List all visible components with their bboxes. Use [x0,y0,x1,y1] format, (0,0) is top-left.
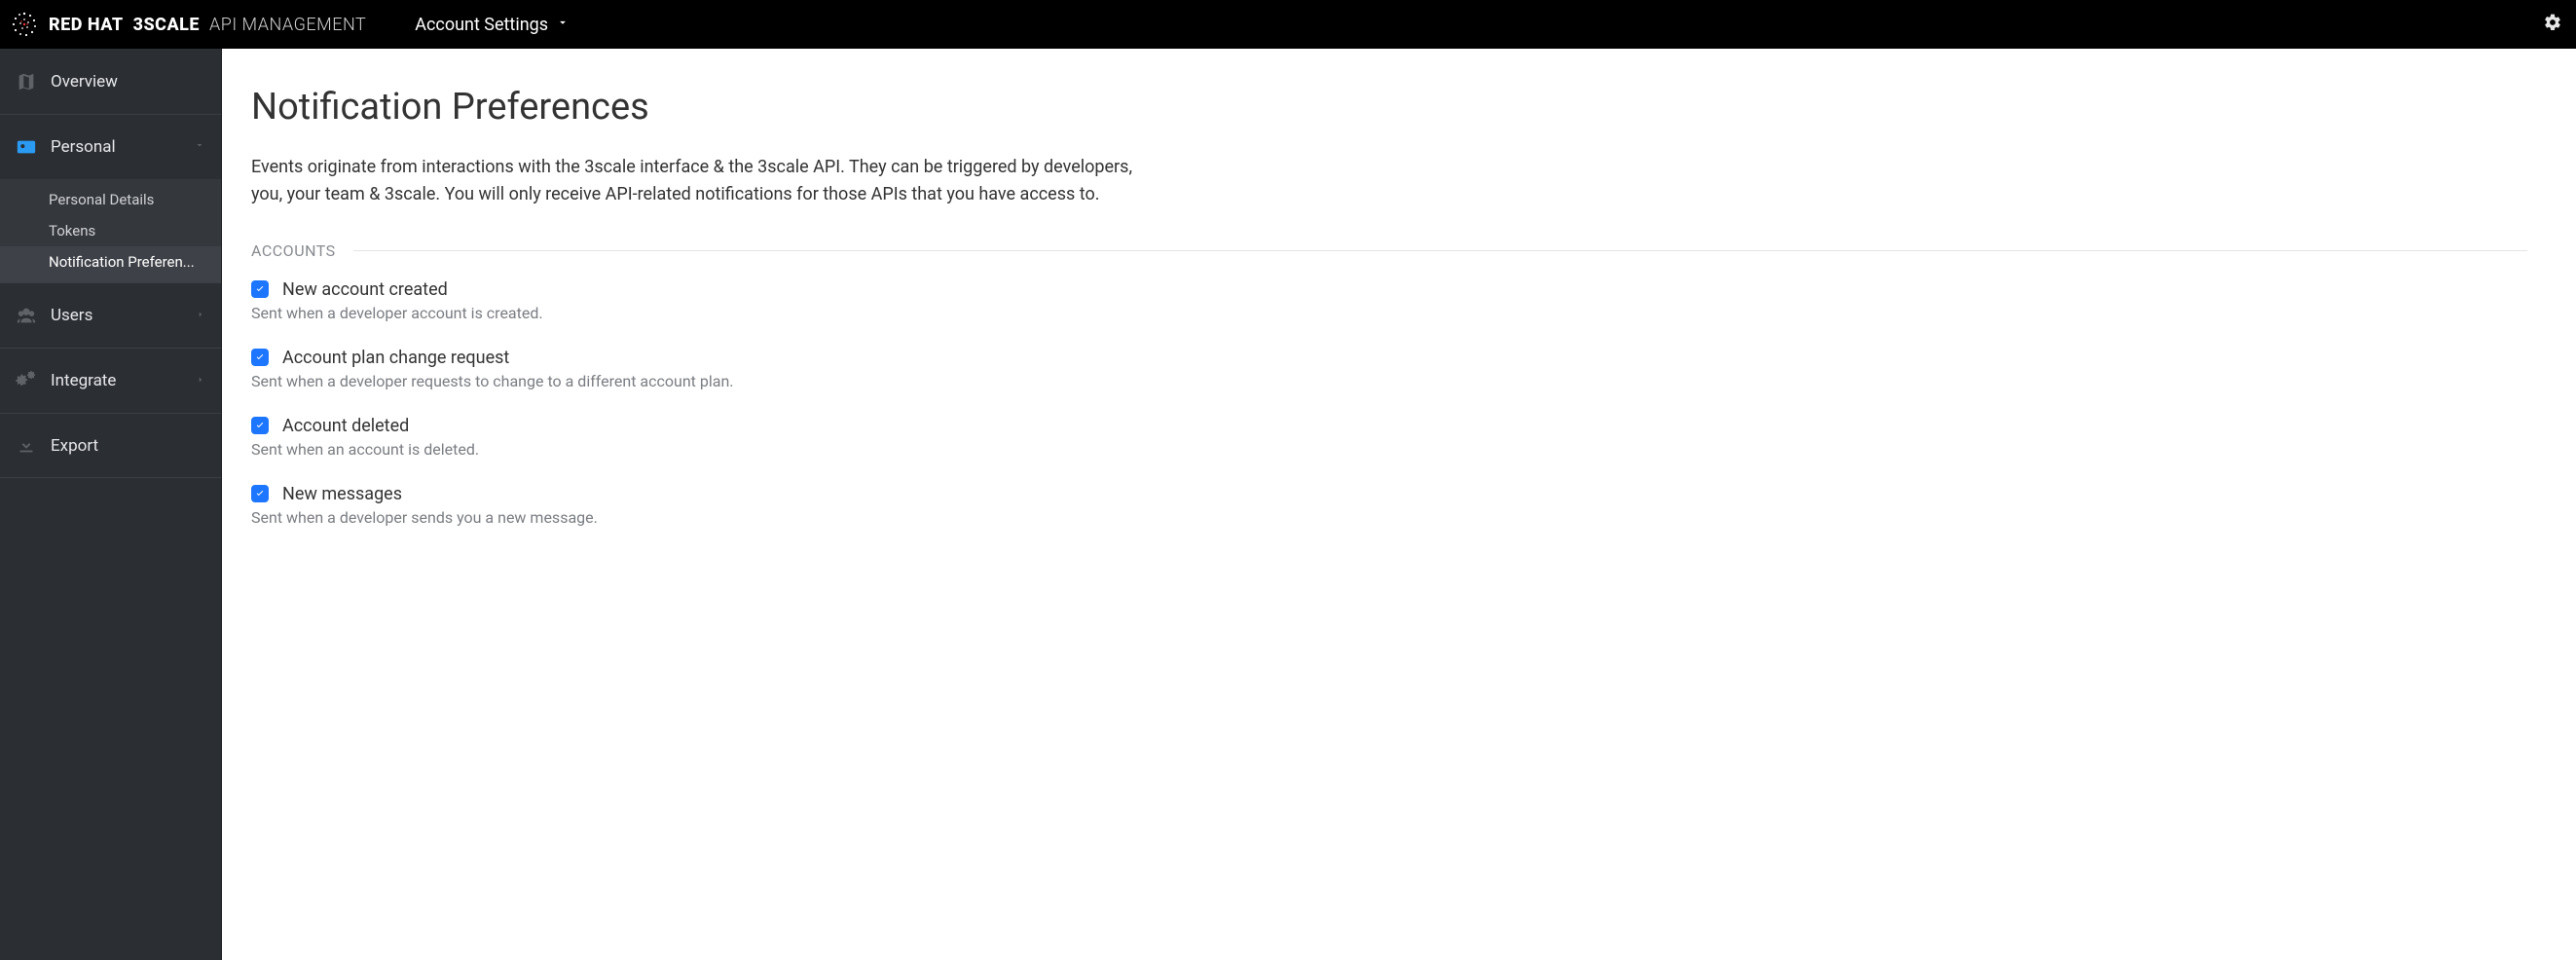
id-card-icon [16,136,37,158]
logo-text: RED HAT 3SCALE API MANAGEMENT [49,15,366,35]
page-title: Notification Preferences [251,86,2527,129]
gears-icon [16,370,37,391]
pref-new-account-created: New account created Sent when a develope… [251,279,2527,322]
section-divider-line [353,250,2527,251]
chevron-down-icon [556,16,570,33]
sidebar-item-label: Overview [51,72,205,92]
pref-desc: Sent when an account is deleted. [251,440,2527,459]
pref-new-messages: New messages Sent when a developer sends… [251,484,2527,527]
chevron-down-icon [194,139,205,155]
account-settings-dropdown[interactable]: Account Settings [415,15,570,35]
sidebar-item-overview[interactable]: Overview [0,49,221,114]
map-icon [16,71,37,92]
logo[interactable]: RED HAT 3SCALE API MANAGEMENT [10,10,366,39]
brand-redhat: RED HAT [49,15,124,35]
users-icon [16,305,37,326]
sidebar-item-label: Integrate [51,371,182,390]
main-content: Notification Preferences Events originat… [222,49,2576,960]
sidebar-item-export[interactable]: Export [0,413,221,478]
sidebar-sub-personal: Personal Details Tokens Notification Pre… [0,179,221,282]
checkbox-account-plan-change-request[interactable] [251,349,269,366]
sidebar-item-label: Users [51,306,182,325]
sidebar-item-users[interactable]: Users [0,282,221,348]
checkbox-account-deleted[interactable] [251,417,269,434]
redhat-logo-icon [10,10,39,39]
brand-3scale: 3SCALE [133,15,200,35]
checkbox-new-messages[interactable] [251,485,269,502]
sidebar-item-personal[interactable]: Personal [0,114,221,179]
pref-account-plan-change-request: Account plan change request Sent when a … [251,348,2527,390]
chevron-right-icon [196,309,205,323]
gear-icon [2543,18,2562,36]
pref-desc: Sent when a developer sends you a new me… [251,508,2527,527]
pref-desc: Sent when a developer requests to change… [251,372,2527,390]
section-label: ACCOUNTS [251,241,336,260]
pref-title: Account deleted [282,416,409,436]
pref-title: New account created [282,279,448,300]
page-intro: Events originate from interactions with … [251,154,1166,208]
chevron-right-icon [196,374,205,388]
sidebar-item-integrate[interactable]: Integrate [0,348,221,413]
download-icon [16,435,37,457]
section-accounts-header: ACCOUNTS [251,241,2527,260]
pref-title: New messages [282,484,402,504]
sidebar-sub-personal-details[interactable]: Personal Details [0,179,221,215]
settings-button[interactable] [2543,13,2562,36]
pref-title: Account plan change request [282,348,509,368]
sidebar: Overview Personal Personal Details Token… [0,49,222,960]
brand-apimgmt: API MANAGEMENT [209,15,366,35]
sidebar-sub-tokens[interactable]: Tokens [0,215,221,246]
pref-account-deleted: Account deleted Sent when an account is … [251,416,2527,459]
sidebar-item-label: Personal [51,137,180,157]
sidebar-sub-notification-preferences[interactable]: Notification Preferen... [0,246,221,282]
pref-desc: Sent when a developer account is created… [251,304,2527,322]
checkbox-new-account-created[interactable] [251,280,269,298]
sidebar-item-label: Export [51,436,205,456]
account-settings-label: Account Settings [415,15,548,35]
topbar: RED HAT 3SCALE API MANAGEMENT Account Se… [0,0,2576,49]
